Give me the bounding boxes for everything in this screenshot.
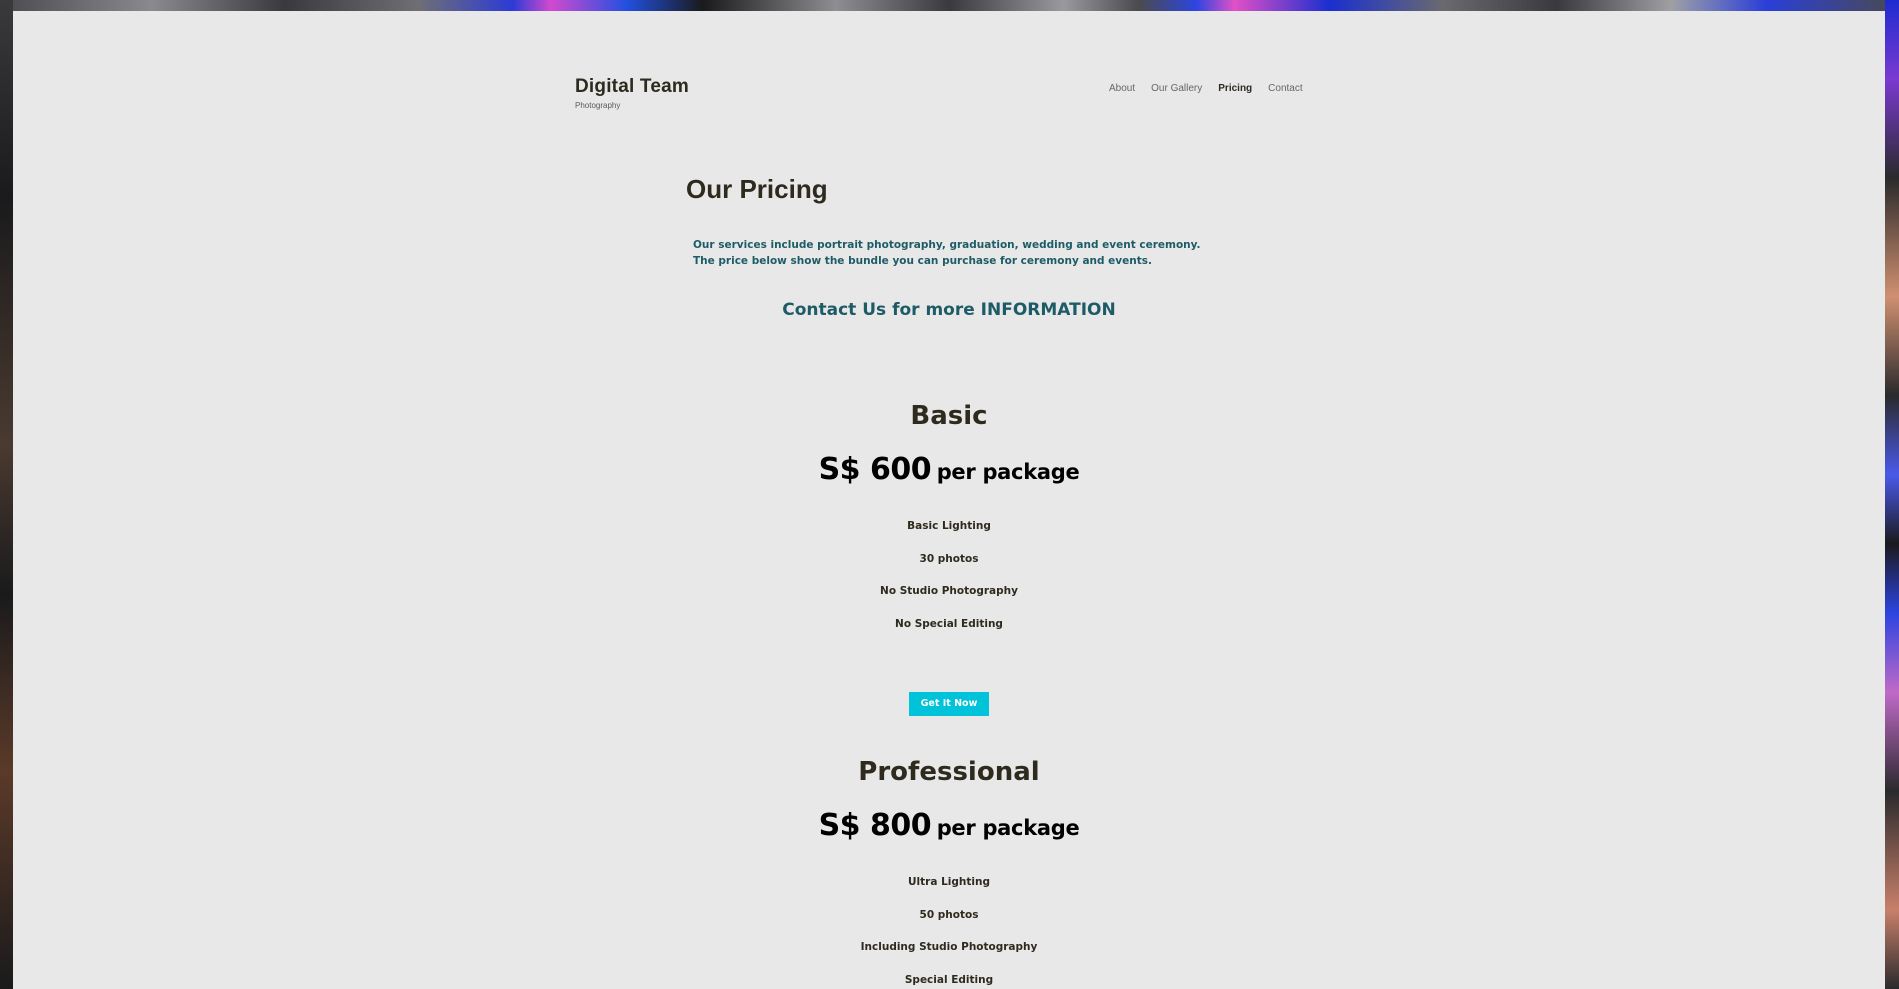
brand-logo[interactable]: Digital Team Photography	[575, 76, 689, 110]
feature-item: No Studio Photography	[880, 585, 1018, 597]
plan-professional: Professional S$ 800 per package Ultra Li…	[13, 756, 1885, 989]
background-photo-right	[1885, 0, 1899, 989]
feature-item: 30 photos	[919, 552, 979, 565]
intro-text: Our services include portrait photograph…	[693, 239, 1201, 267]
brand-title: Digital Team	[575, 76, 689, 97]
plan-price: S$ 600 per package	[13, 452, 1885, 492]
feature-item: Ultra Lighting	[908, 876, 990, 888]
plan-price: S$ 800 per package	[13, 808, 1885, 848]
nav-item-our-gallery[interactable]: Our Gallery	[1151, 83, 1202, 94]
get-it-now-button[interactable]: Get It Now	[909, 692, 989, 716]
page-title: Our Pricing	[686, 174, 828, 204]
nav-item-about[interactable]: About	[1109, 83, 1135, 94]
nav-item-pricing[interactable]: Pricing	[1218, 83, 1252, 94]
plan-basic: Basic S$ 600 per package Basic Lighting …	[13, 400, 1885, 716]
feature-list: Basic Lighting 30 photos No Studio Photo…	[13, 520, 1885, 650]
plan-name: Basic	[910, 401, 988, 431]
plan-name: Professional	[858, 757, 1040, 787]
main-nav: About Our Gallery Pricing Contact	[1109, 83, 1303, 94]
nav-item-contact[interactable]: Contact	[1268, 83, 1302, 94]
feature-item: Including Studio Photography	[860, 941, 1038, 953]
feature-item: Basic Lighting	[907, 520, 991, 532]
feature-item: 50 photos	[919, 908, 979, 921]
feature-item: Special Editing	[904, 973, 994, 986]
background-photo-left	[0, 0, 13, 989]
page-panel: Digital Team Photography About Our Galle…	[13, 11, 1885, 989]
feature-list: Ultra Lighting 50 photos Including Studi…	[13, 876, 1885, 989]
price-amount: S$ 600	[818, 452, 932, 487]
brand-subtitle: Photography	[575, 101, 621, 110]
feature-item: No Special Editing	[895, 617, 1003, 630]
contact-cta-heading: Contact Us for more INFORMATION	[782, 300, 1116, 320]
price-amount: S$ 800	[818, 808, 932, 843]
price-unit: per package	[936, 460, 1080, 484]
price-unit: per package	[936, 816, 1080, 840]
